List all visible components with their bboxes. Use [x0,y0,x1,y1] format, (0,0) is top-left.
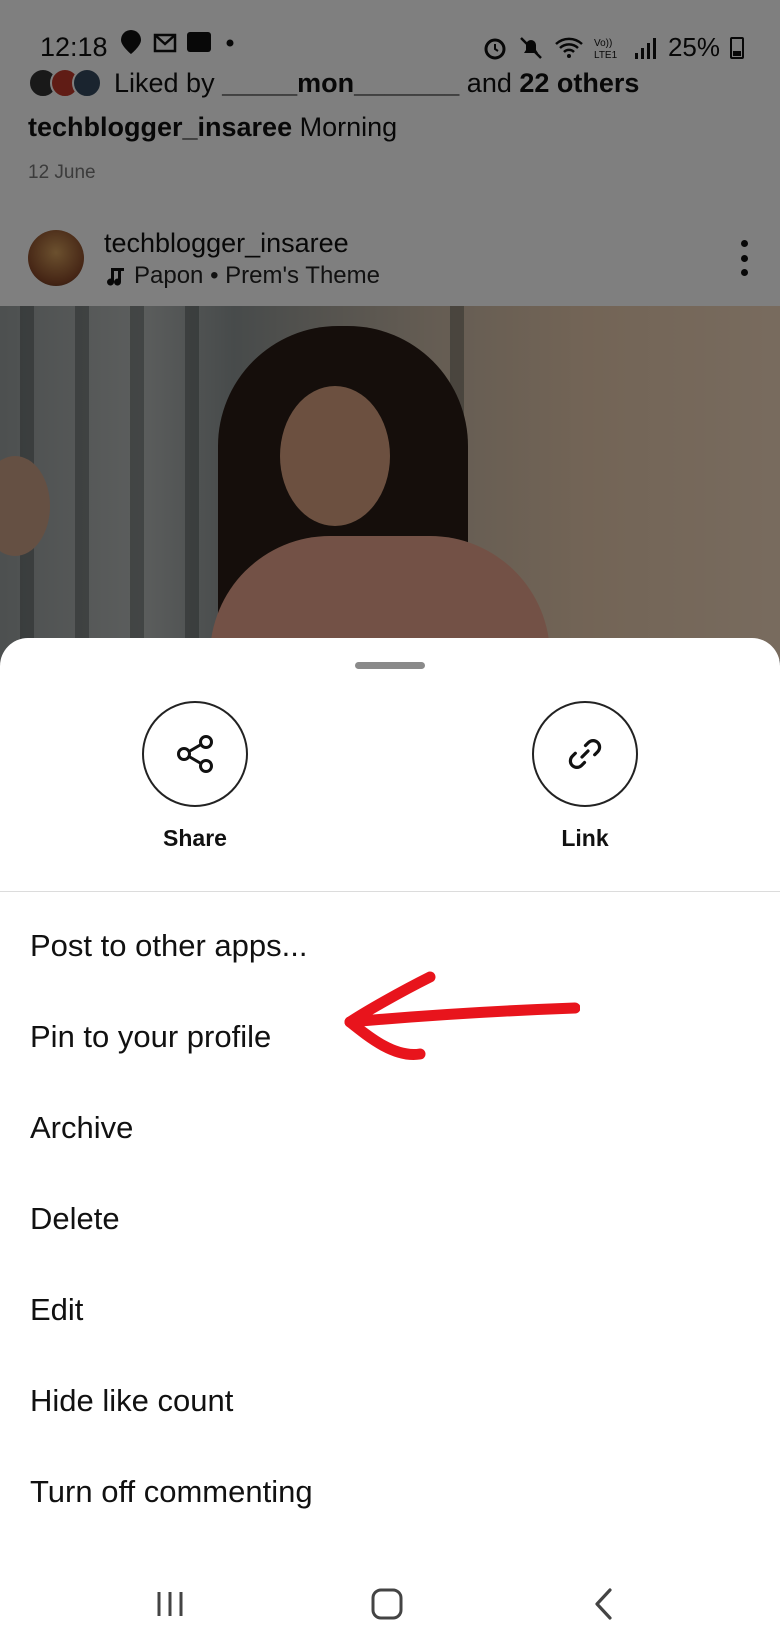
red-arrow-annotation [344,971,580,1060]
back-button[interactable] [585,1584,625,1624]
back-icon [595,1588,612,1620]
share-button[interactable]: Share [140,701,250,852]
system-nav-bar [0,1560,780,1647]
recents-button[interactable] [150,1584,190,1624]
sheet-divider [0,891,780,892]
link-circle [532,701,638,807]
link-label: Link [561,825,609,851]
menu-item-delete[interactable]: Delete [0,1173,780,1264]
menu-item-hide-like-count[interactable]: Hide like count [0,1355,780,1446]
menu-item-edit[interactable]: Edit [0,1264,780,1355]
drag-handle[interactable] [355,662,425,669]
recents-icon [157,1592,183,1616]
menu-item-turn-off-commenting[interactable]: Turn off commenting [0,1446,780,1537]
share-circle [142,701,248,807]
link-button[interactable]: Link [530,701,640,852]
share-label: Share [163,825,227,851]
link-icon [568,739,602,769]
home-button[interactable] [367,1584,407,1624]
home-icon [371,1588,403,1620]
menu-item-archive[interactable]: Archive [0,1082,780,1173]
bottom-sheet: Share Link Post to other apps... Pin to … [0,638,780,1647]
share-icon [177,735,213,773]
